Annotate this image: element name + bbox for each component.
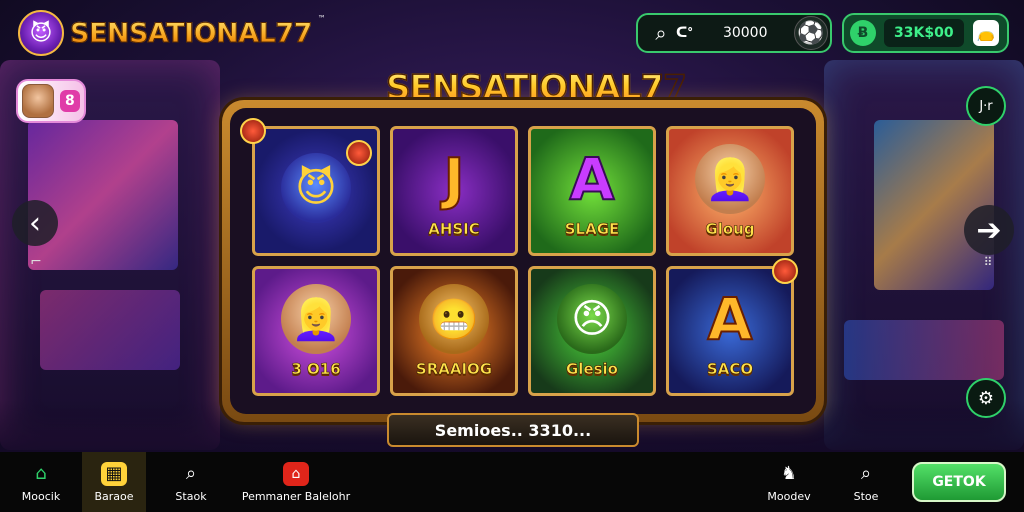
wallet-amount: 33K$00 [884,19,964,47]
trademark-symbol: ™ [317,14,326,23]
chip-icon [346,140,372,166]
nav-games[interactable]: ▦ Baraoe [82,452,146,512]
game-tile-label: SLAGE [564,220,620,239]
top-right-menu-button[interactable]: J·r [966,86,1006,126]
arcade-panel [844,320,1004,380]
game-tile-label: 3 O16 [291,360,341,379]
settings-gear-button[interactable]: ⚙ [966,378,1006,418]
game-grid: 😈 J AHSIC A SLAGE 👱‍♀️ Gloug 👱‍♀️ 3 O16 … [230,108,816,414]
bottom-navigation: ⌂ Moocik ▦ Baraoe ⌕ Staok ⌂ Pemmaner Bal… [0,452,1024,512]
game-tile[interactable]: 👱‍♀️ Gloug [666,126,794,256]
game-tile[interactable]: 😠 Glesio [528,266,656,396]
left-sub-icon: ⌐ [30,254,42,270]
nav-rank[interactable]: ⌕ Stoe [834,452,898,512]
games-icon: ▦ [101,461,127,486]
status-bar: Semioes.. 3310... [387,413,639,447]
game-tile-label: SACO [706,360,754,379]
nav-refer[interactable]: ♞ Moodev [744,452,834,512]
mask-face-icon: 😬 [419,284,489,354]
nav-promotions[interactable]: ⌂ Pemmaner Balelohr [236,452,356,512]
game-tile-label: AHSIC [428,220,480,239]
right-sub-icon: ⠿ [983,255,993,269]
chip-icon [772,258,798,284]
profile-avatar-chip[interactable]: 8 [16,79,86,123]
search-code: ᑕᐤ [676,25,693,41]
nav-rank-label: Stoe [853,489,879,503]
letter-a-icon: A [569,144,616,214]
nav-refer-label: Moodev [767,489,811,503]
game-tile[interactable]: 😬 SRAAIOG [390,266,518,396]
game-grid-frame: 😈 J AHSIC A SLAGE 👱‍♀️ Gloug 👱‍♀️ 3 O16 … [222,100,824,422]
game-tile[interactable]: A SLAGE [528,126,656,256]
game-tile[interactable]: 👱‍♀️ 3 O16 [252,266,380,396]
blue-bear-icon: 😈 [281,153,351,223]
nav-search[interactable]: ⌕ Staok [146,452,236,512]
game-tile[interactable]: J AHSIC [390,126,518,256]
girl-character-icon: 👱‍♀️ [281,284,351,354]
nav-home[interactable]: ⌂ Moocik [0,452,82,512]
nav-promotions-label: Pemmaner Balelohr [241,489,351,503]
horse-icon: ♞ [780,463,798,484]
get-ok-button[interactable]: GETOK [912,462,1006,502]
search-pill[interactable]: ⌕ ᑕᐤ 30000 ⚽ [636,13,832,53]
game-tile-label: Glesio [565,360,619,379]
nav-search-label: Staok [175,489,207,503]
nav-home-label: Moocik [21,489,61,503]
wallet-bag-icon[interactable]: 👝 [973,20,999,46]
wallet-pill[interactable]: Ƀ 33K$00 👝 [842,13,1009,53]
chip-icon [240,118,266,144]
nav-games-label: Baraoe [94,489,134,503]
arcade-screen [28,120,178,270]
coin-icon: Ƀ [850,20,876,46]
promotion-icon: ⌂ [283,461,309,486]
avatar [22,84,54,118]
game-tile-label: SRAAIOG [415,360,493,379]
brand-logo[interactable]: 😈 SENSATIONAL77 ™ [18,10,326,56]
green-bear-icon: 😠 [557,284,627,354]
search-value: 30000 [722,25,768,41]
letter-j-icon: J [443,146,466,213]
arcade-panel [40,290,180,370]
previous-arrow-button[interactable]: ‹ [12,200,58,246]
mascot-icon: 😈 [18,10,64,56]
search-icon: ⌕ [860,463,872,484]
game-tile-label: Gloug [705,220,755,239]
avatar-badge: 8 [59,90,80,112]
search-icon: ⌕ [185,463,197,484]
girl-character-icon: 👱‍♀️ [695,144,765,214]
game-tile[interactable]: A SACO [666,266,794,396]
home-icon: ⌂ [35,463,47,484]
letter-a-icon: A [707,284,754,354]
search-icon[interactable]: ⌕ [648,20,674,46]
next-arrow-button[interactable]: ➔ [964,205,1014,255]
brand-name: SENSATIONAL77 [70,17,313,49]
soccer-ball-icon[interactable]: ⚽ [794,16,828,50]
